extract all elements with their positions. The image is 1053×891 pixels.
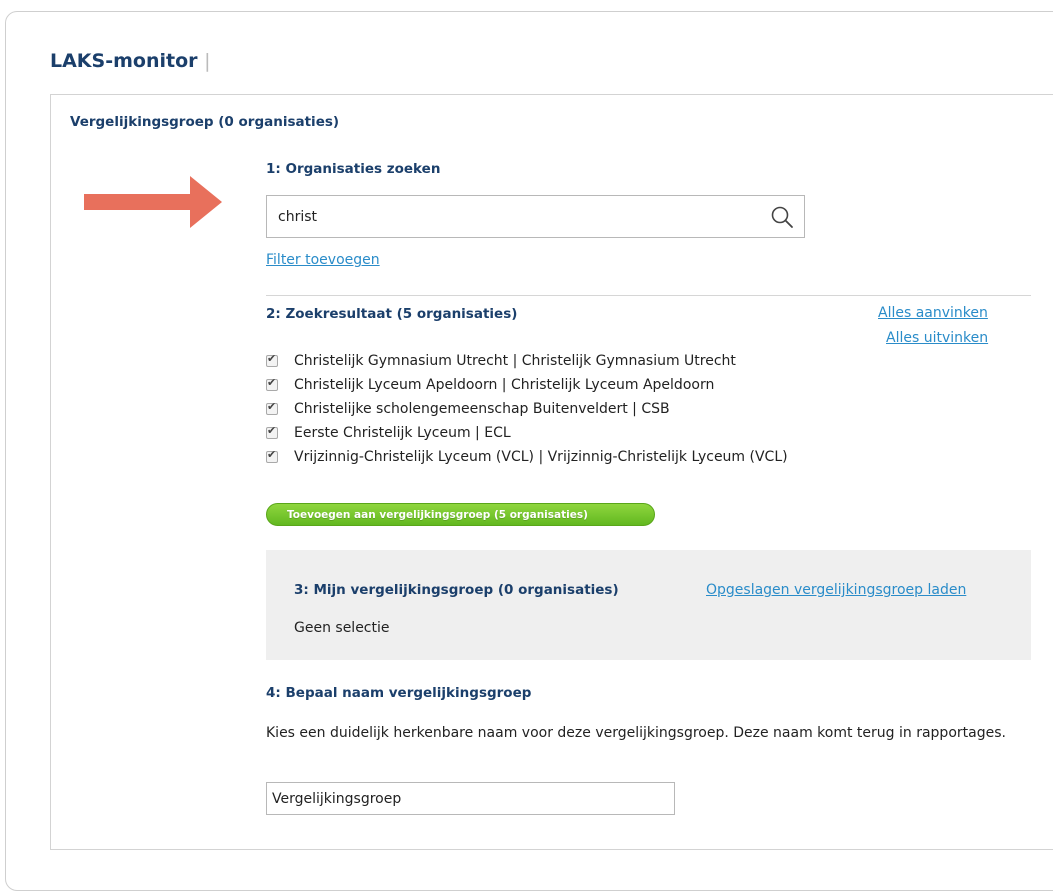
result-label: Christelijk Gymnasium Utrecht | Christel… <box>294 353 736 369</box>
my-comparison-group: 3: Mijn vergelijkingsgroep (0 organisati… <box>266 550 1031 660</box>
result-checkbox[interactable]: ✔ <box>266 400 278 415</box>
group-name-input[interactable] <box>266 782 675 815</box>
result-label: Eerste Christelijk Lyceum | ECL <box>294 425 511 441</box>
search-results-list: ✔ Christelijk Gymnasium Utrecht | Christ… <box>266 349 788 469</box>
result-label: Christelijke scholengemeenschap Buitenve… <box>294 401 670 417</box>
uncheck-all-link[interactable]: Alles uitvinken <box>886 330 988 346</box>
search-icon[interactable] <box>770 205 794 229</box>
result-checkbox[interactable]: ✔ <box>266 376 278 391</box>
list-item[interactable]: ✔ Christelijk Gymnasium Utrecht | Christ… <box>266 349 788 373</box>
text-caret: | <box>204 50 211 72</box>
panel-header: Vergelijkingsgroep (0 organisaties) <box>70 114 340 130</box>
add-filter-link[interactable]: Filter toevoegen <box>266 252 380 268</box>
list-item[interactable]: ✔ Vrijzinnig-Christelijk Lyceum (VCL) | … <box>266 445 788 469</box>
check-icon: ✔ <box>267 376 277 389</box>
page-title-text: LAKS-monitor <box>50 50 198 72</box>
list-item[interactable]: ✔ Christelijke scholengemeenschap Buiten… <box>266 397 788 421</box>
list-item[interactable]: ✔ Eerste Christelijk Lyceum | ECL <box>266 421 788 445</box>
add-to-group-button[interactable]: Toevoegen aan vergelijkingsgroep (5 orga… <box>266 503 655 526</box>
empty-selection-text: Geen selectie <box>294 620 390 636</box>
step3-heading: 3: Mijn vergelijkingsgroep (0 organisati… <box>294 582 619 598</box>
result-label: Christelijk Lyceum Apeldoorn | Christeli… <box>294 377 715 393</box>
search-field <box>266 195 805 238</box>
list-item[interactable]: ✔ Christelijk Lyceum Apeldoorn | Christe… <box>266 373 788 397</box>
result-checkbox[interactable]: ✔ <box>266 424 278 439</box>
group-name-description: Kies een duidelijk herkenbare naam voor … <box>266 725 1006 741</box>
step4-heading: 4: Bepaal naam vergelijkingsgroep <box>266 685 532 701</box>
page-title: LAKS-monitor | <box>50 50 211 72</box>
result-checkbox[interactable]: ✔ <box>266 352 278 367</box>
check-all-link[interactable]: Alles aanvinken <box>878 305 988 321</box>
check-icon: ✔ <box>267 448 277 461</box>
step2-heading: 2: Zoekresultaat (5 organisaties) <box>266 306 518 322</box>
search-input[interactable] <box>267 196 747 237</box>
step1-heading: 1: Organisaties zoeken <box>266 161 441 177</box>
result-checkbox[interactable]: ✔ <box>266 448 278 463</box>
load-saved-group-link[interactable]: Opgeslagen vergelijkingsgroep laden <box>706 582 966 598</box>
check-icon: ✔ <box>267 400 277 413</box>
result-label: Vrijzinnig-Christelijk Lyceum (VCL) | Vr… <box>294 449 788 465</box>
annotation-arrow-icon <box>84 176 222 228</box>
divider <box>266 295 1031 296</box>
check-icon: ✔ <box>267 424 277 437</box>
check-icon: ✔ <box>267 352 277 365</box>
